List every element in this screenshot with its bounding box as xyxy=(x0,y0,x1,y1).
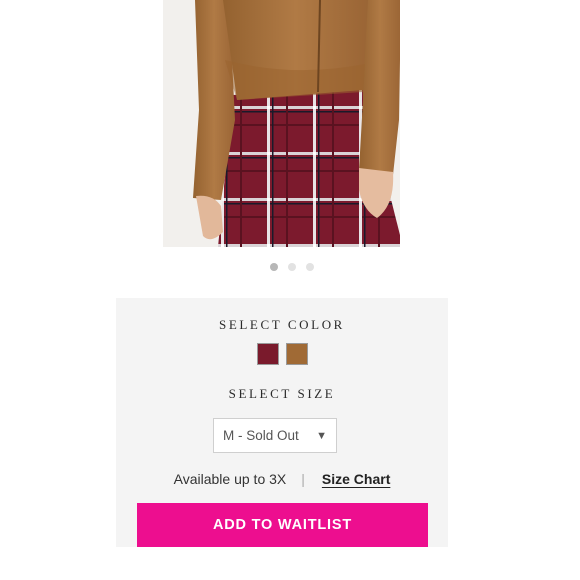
add-to-waitlist-button[interactable]: ADD TO WAITLIST xyxy=(137,503,428,547)
separator: | xyxy=(301,471,305,487)
product-photo-illustration xyxy=(163,0,400,247)
carousel-dots xyxy=(2,263,580,275)
size-dropdown[interactable]: M - Sold Out ▼ xyxy=(213,418,337,453)
availability-row: Available up to 3X | Size Chart xyxy=(116,471,448,487)
size-chart-link[interactable]: Size Chart xyxy=(322,471,390,487)
caret-down-icon: ▼ xyxy=(316,429,327,442)
product-image[interactable] xyxy=(163,0,400,247)
carousel-dot-2[interactable] xyxy=(288,263,296,271)
color-swatch-burgundy[interactable] xyxy=(256,343,279,365)
size-dropdown-value: M - Sold Out xyxy=(223,428,299,443)
select-color-label: SELECT COLOR xyxy=(219,317,345,332)
select-size-label: SELECT SIZE xyxy=(228,386,336,401)
availability-text: Available up to 3X xyxy=(173,471,287,487)
color-swatches xyxy=(116,343,448,365)
carousel-dot-1[interactable] xyxy=(270,263,278,271)
color-swatch-tan[interactable] xyxy=(285,343,308,365)
carousel-dot-3[interactable] xyxy=(306,263,314,271)
